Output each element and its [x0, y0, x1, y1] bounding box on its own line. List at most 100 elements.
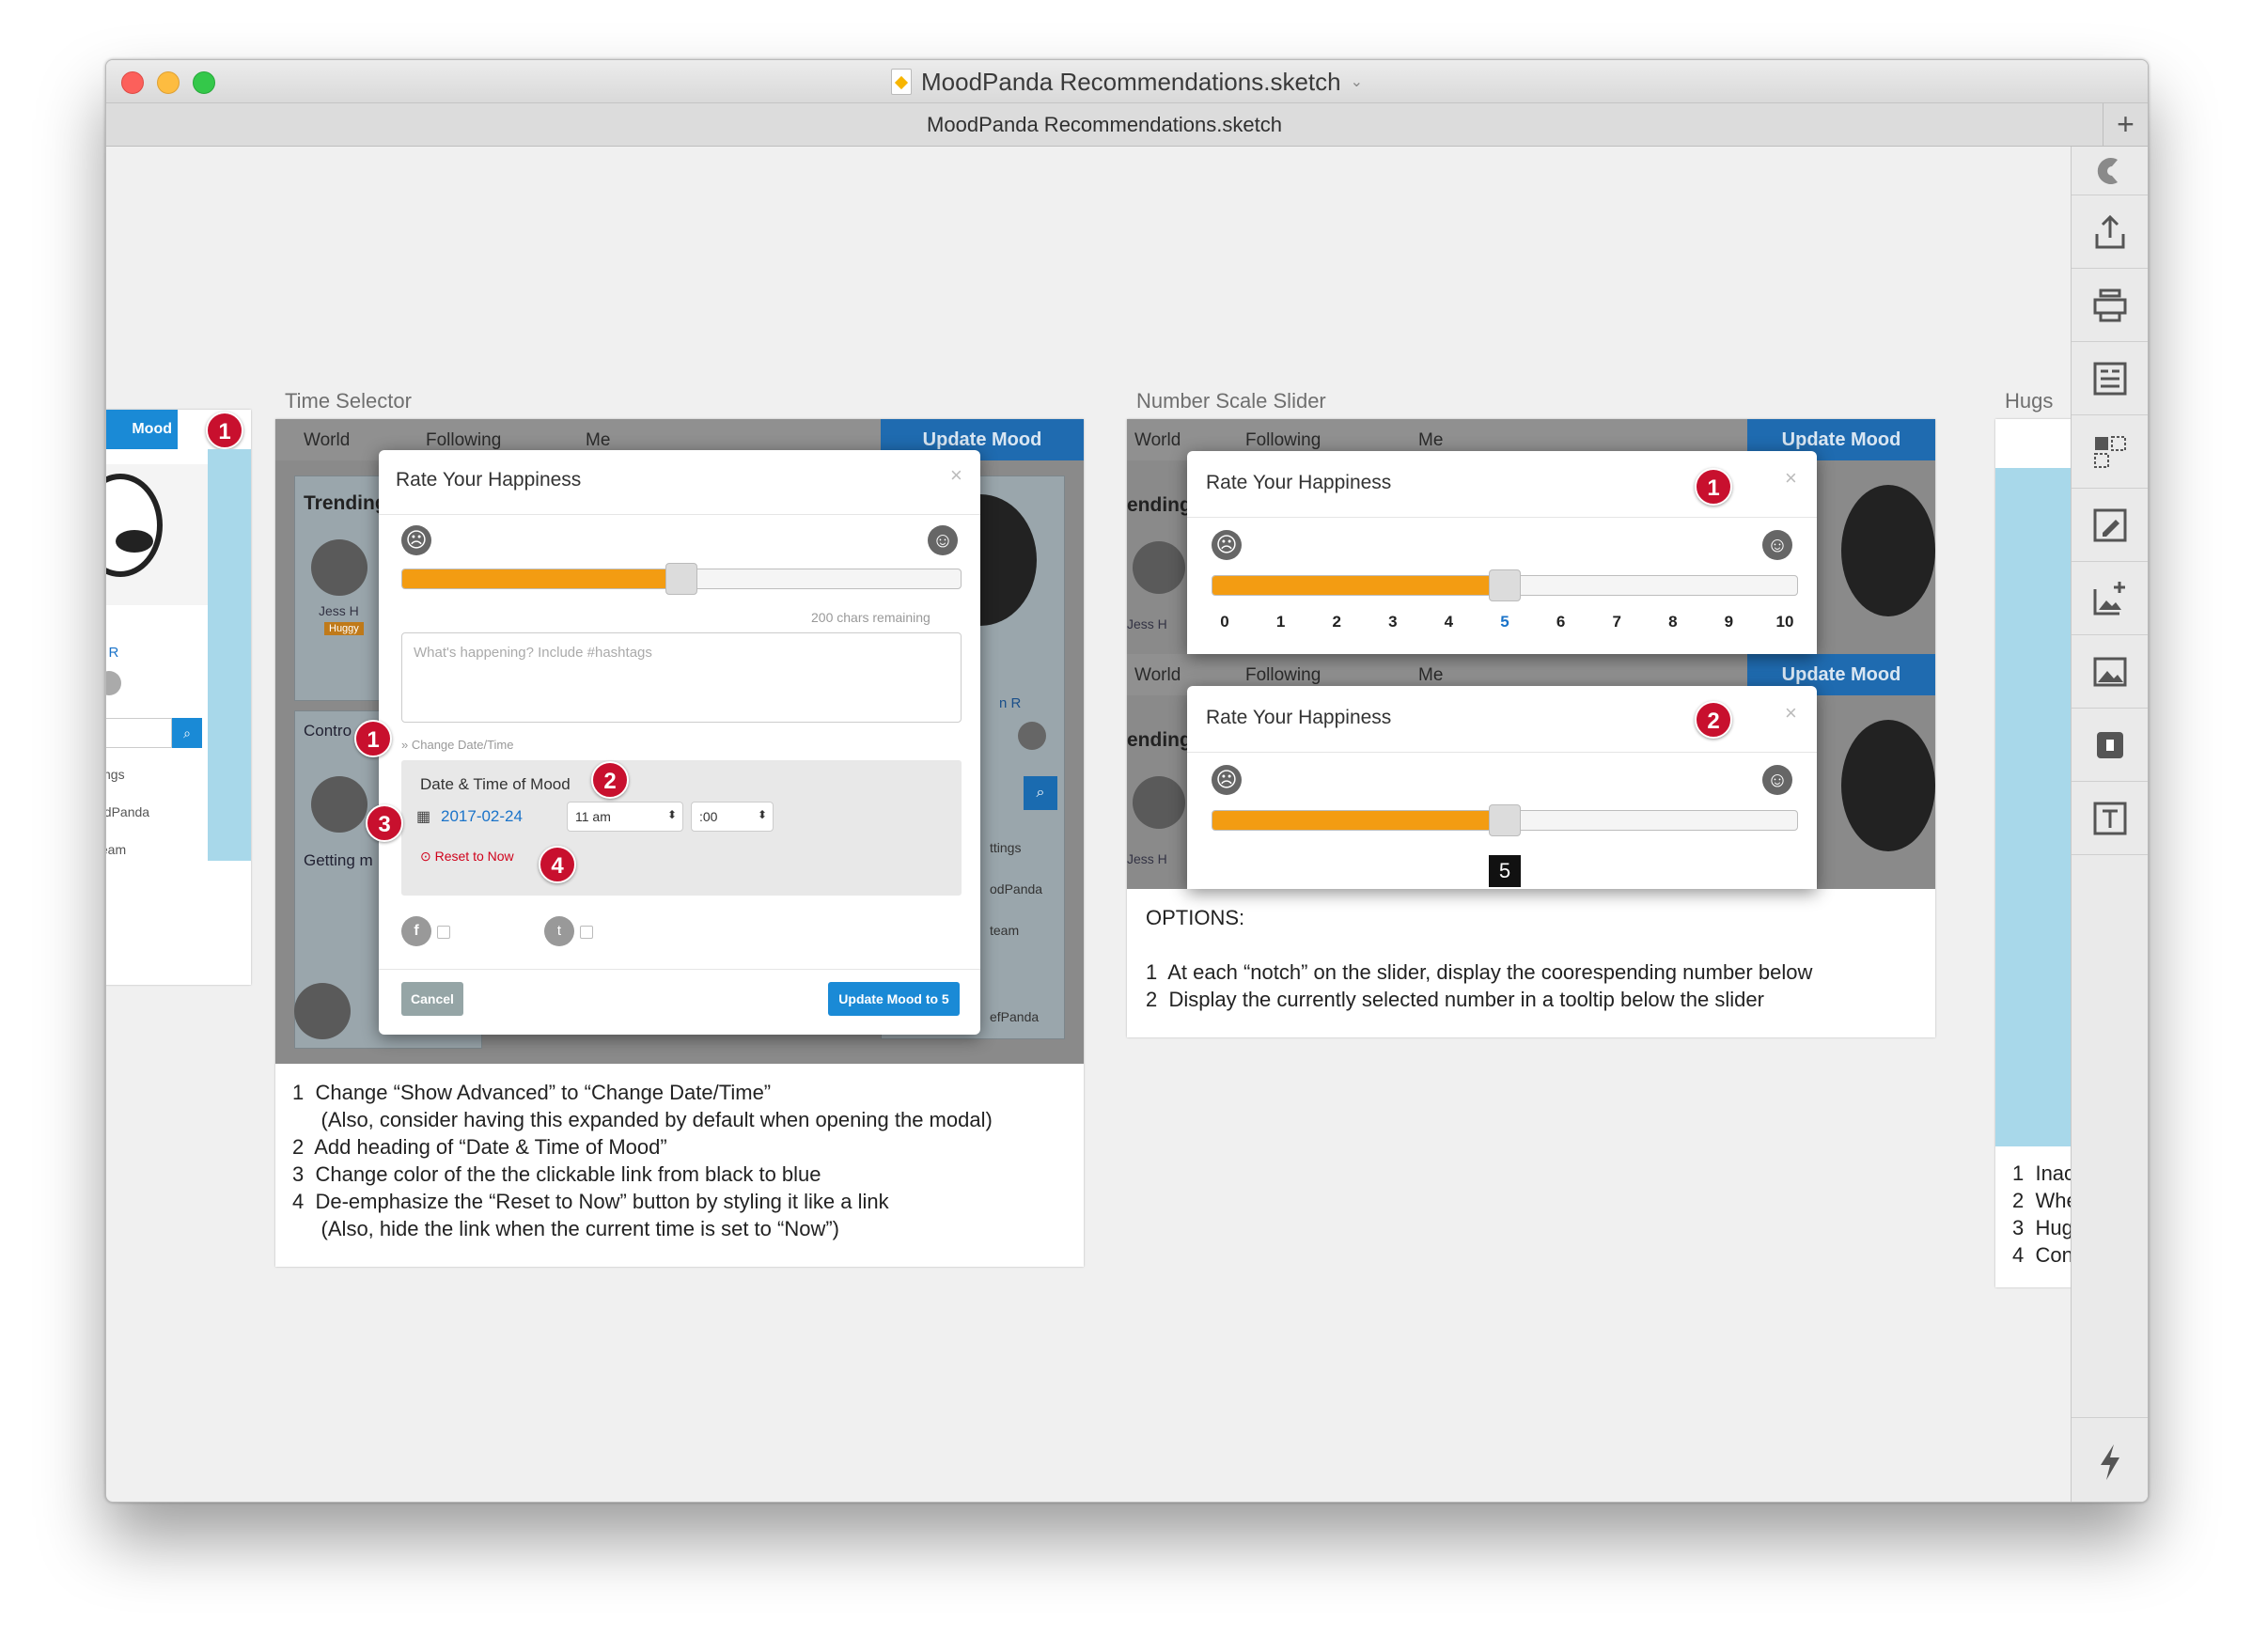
nav-following: Following — [1245, 430, 1321, 450]
sketch-cloud-icon[interactable] — [2072, 147, 2148, 195]
annotation-badge: 1 — [354, 720, 392, 757]
user-name: Jess H — [1127, 616, 1167, 631]
nav-me: Me — [1418, 430, 1444, 450]
inspector-toolbar — [2071, 147, 2148, 1502]
slider-handle[interactable] — [665, 563, 697, 595]
rate-happiness-modal: Rate Your Happiness × ☹ ☺ 200 chars rema… — [379, 450, 980, 1035]
symbols-icon[interactable] — [2072, 415, 2148, 489]
panda-image — [1841, 485, 1935, 616]
nav-me: Me — [586, 430, 611, 450]
artboard-partial-left[interactable]: Mood 1 n R ⌕ tings odPanda team — [106, 410, 251, 985]
artboard-label: Number Scale Slider — [1136, 389, 1326, 413]
twitter-icon — [1018, 722, 1046, 750]
nav-following: Following — [1245, 665, 1321, 685]
hour-select[interactable]: 11 am ⬍ — [567, 802, 683, 832]
canvas[interactable]: Mood 1 n R ⌕ tings odPanda team Time Sel… — [106, 147, 2071, 1502]
artboard-label: Hugs — [2005, 389, 2054, 413]
slider-tick-label: 6 — [1556, 613, 1566, 631]
minute-select[interactable]: :00 ⬍ — [691, 802, 774, 832]
modal-close-button[interactable]: × — [1785, 701, 1797, 725]
annotation-badge: 2 — [591, 761, 629, 799]
facebook-icon: f — [401, 916, 431, 946]
slider-fill — [402, 569, 681, 588]
modal-title: Rate Your Happiness — [1206, 707, 1392, 728]
twitter-icon — [106, 671, 121, 695]
text-icon[interactable] — [2072, 782, 2148, 855]
sidebar-link[interactable]: team — [106, 842, 126, 857]
status-textarea[interactable]: What's happening? Include #hashtags — [401, 632, 962, 723]
annotation-badge: 1 — [1695, 468, 1732, 506]
modal-close-button[interactable]: × — [1785, 466, 1797, 491]
panda-image — [106, 464, 208, 605]
sidebar-link: odPanda — [990, 881, 1043, 896]
slider-tick-label: 5 — [1500, 613, 1509, 631]
update-mood-submit-button[interactable]: Update Mood to 5 — [828, 982, 960, 1016]
slider-tick-label: 1 — [1275, 613, 1286, 631]
nav-world: World — [304, 430, 351, 450]
user-name: Jess H — [319, 603, 359, 618]
artboard-number-scale[interactable]: World Following Me Update Mood ending Je… — [1127, 419, 1935, 1037]
modal-title: Rate Your Happiness — [1206, 472, 1392, 493]
modal-close-button[interactable]: × — [950, 463, 962, 488]
layout-icon[interactable] — [2072, 342, 2148, 415]
artboard-hugs[interactable]: 1 Inact2 Whe3 Hugg4 Cons — [1995, 419, 2071, 1287]
crop-icon[interactable] — [2072, 709, 2148, 782]
date-link[interactable]: 2017-02-24 — [441, 807, 523, 826]
artboard-time-selector[interactable]: World Following Me Update Mood Trending … — [275, 419, 1084, 1267]
feed-label: Contro — [304, 722, 352, 740]
sketch-window: MoodPanda Recommendations.sketch ⌄ MoodP… — [105, 59, 2149, 1503]
slider-handle[interactable] — [1489, 569, 1521, 601]
sidebar-link: team — [990, 923, 1020, 938]
add-image-icon[interactable] — [2072, 562, 2148, 635]
modal-title: Rate Your Happiness — [396, 469, 582, 491]
sidebar-link[interactable]: odPanda — [106, 804, 149, 819]
hugs-panel — [1995, 468, 2071, 1146]
panda-image — [1841, 720, 1935, 851]
calendar-icon: ▦ — [416, 809, 431, 825]
update-mood-button: Mood — [106, 410, 178, 449]
slider-tick-label: 10 — [1775, 613, 1794, 631]
date-time-heading: Date & Time of Mood — [420, 775, 571, 793]
feed-label: Getting m — [304, 851, 373, 869]
annotation-badge: 1 — [206, 412, 243, 449]
document-tab[interactable]: MoodPanda Recommendations.sketch — [106, 103, 2103, 147]
twitter-checkbox[interactable] — [580, 926, 593, 939]
sidebar-link[interactable]: tings — [106, 767, 125, 782]
new-tab-button[interactable]: + — [2103, 103, 2148, 147]
nav-me: Me — [1418, 665, 1444, 685]
window-title: MoodPanda Recommendations.sketch — [921, 67, 1341, 96]
edit-shape-icon[interactable] — [2072, 489, 2148, 562]
slider-fill — [1212, 811, 1505, 830]
happy-face-icon: ☺ — [928, 525, 958, 555]
select-arrows-icon: ⬍ — [757, 808, 767, 821]
sidebar-panel — [208, 449, 251, 861]
slider-handle[interactable] — [1489, 804, 1521, 836]
annotation-badge: 3 — [366, 804, 403, 842]
search-input[interactable] — [106, 718, 172, 748]
avatar — [1133, 776, 1185, 829]
slider-tooltip: 5 — [1489, 855, 1521, 887]
annotation-badge: 4 — [539, 846, 576, 883]
facebook-checkbox[interactable] — [437, 926, 450, 939]
lightning-icon[interactable] — [2072, 1417, 2148, 1502]
annotation-notes: 1 Inact2 Whe3 Hugg4 Cons — [2012, 1161, 2071, 1267]
export-icon[interactable] — [2072, 195, 2148, 269]
annotation-notes: 1 Change “Show Advanced” to “Change Date… — [292, 1081, 993, 1240]
user-name: Jess H — [1127, 851, 1167, 866]
annotation-notes: OPTIONS: 1 At each “notch” on the slider,… — [1146, 906, 1813, 1011]
sad-face-icon: ☹ — [1212, 765, 1242, 795]
search-icon[interactable]: ⌕ — [172, 718, 202, 748]
window-title-group[interactable]: MoodPanda Recommendations.sketch ⌄ — [106, 60, 2148, 103]
nav-following: Following — [426, 430, 502, 450]
search-icon: ⌕ — [1024, 776, 1057, 810]
annotation-badge: 2 — [1695, 701, 1732, 739]
select-arrows-icon: ⬍ — [666, 808, 677, 821]
cancel-button[interactable]: Cancel — [401, 982, 463, 1016]
image-icon[interactable] — [2072, 635, 2148, 709]
reset-to-now-link[interactable]: ⊙ Reset to Now — [420, 849, 514, 865]
printer-icon[interactable] — [2072, 269, 2148, 342]
change-date-time-link[interactable]: » Change Date/Time — [401, 738, 513, 752]
slider-tick-label: 3 — [1388, 613, 1398, 631]
sad-face-icon: ☹ — [1212, 530, 1242, 560]
happy-face-icon: ☺ — [1762, 530, 1792, 560]
